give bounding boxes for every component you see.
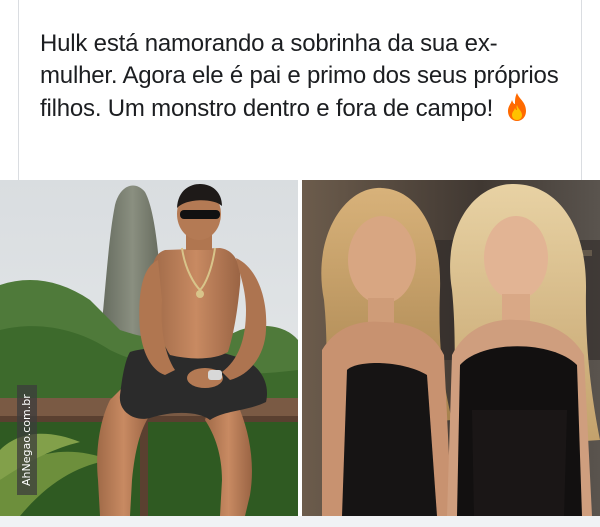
watermark: AhNegao.com.br [17,385,37,495]
bottom-bar [0,516,600,527]
fire-icon [504,92,530,122]
photo-collage[interactable]: AhNegao.com.br [0,180,600,516]
post-text-block: Hulk está namorando a sobrinha da sua ex… [40,28,570,125]
photo-left[interactable] [0,180,298,516]
photo-right[interactable] [302,180,600,516]
right-border [581,0,582,180]
post-card: Hulk está namorando a sobrinha da sua ex… [0,0,600,527]
left-border [18,0,19,180]
post-text: Hulk está namorando a sobrinha da sua ex… [40,30,559,122]
